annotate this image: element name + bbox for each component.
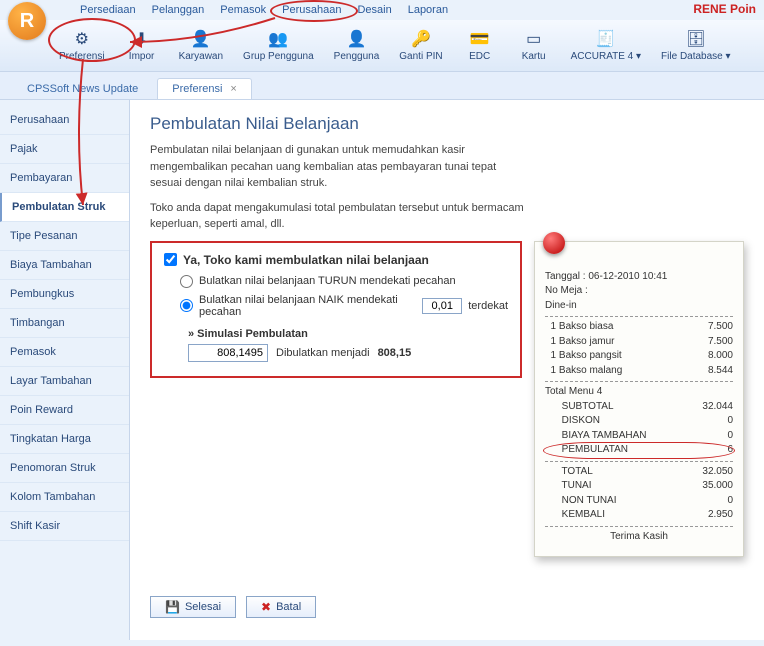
- toolbar-pengguna[interactable]: 👤Pengguna: [325, 24, 389, 65]
- kartu-icon: ▭: [522, 27, 546, 51]
- sidebar-item-pembulatan-struk[interactable]: Pembulatan Struk: [0, 193, 129, 222]
- accurate 4 ▾-icon: 🧾: [594, 27, 618, 51]
- sidebar-item-poin-reward[interactable]: Poin Reward: [0, 396, 129, 425]
- impor-icon: ⬇: [130, 27, 154, 51]
- toolbar-impor[interactable]: ⬇Impor: [116, 24, 168, 65]
- sidebar-item-kolom-tambahan[interactable]: Kolom Tambahan: [0, 483, 129, 512]
- sidebar-item-perusahaan[interactable]: Perusahaan: [0, 106, 129, 135]
- toolbar-grup-pengguna[interactable]: 👥Grup Pengguna: [234, 24, 323, 65]
- sidebar-item-pembayaran[interactable]: Pembayaran: [0, 164, 129, 193]
- save-icon: 💾: [165, 600, 180, 614]
- file database ▾-icon: 🗄: [684, 27, 708, 51]
- simulation-header: » Simulasi Pembulatan: [188, 328, 508, 340]
- ganti pin-icon: 🔑: [409, 27, 433, 51]
- simulation-result-label: Dibulatkan menjadi: [276, 347, 370, 359]
- footer-buttons: 💾Selesai ✖Batal: [150, 588, 744, 626]
- sidebar-item-tingkatan-harga[interactable]: Tingkatan Harga: [0, 425, 129, 454]
- sidebar-item-biaya-tambahan[interactable]: Biaya Tambahan: [0, 251, 129, 280]
- page-desc-1: Pembulatan nilai belanjaan di gunakan un…: [150, 142, 530, 192]
- sidebar-item-pajak[interactable]: Pajak: [0, 135, 129, 164]
- sidebar-item-timbangan[interactable]: Timbangan: [0, 309, 129, 338]
- toolbar: R ⚙Preferensi⬇Impor👤Karyawan👥Grup Penggu…: [0, 20, 764, 72]
- cancel-button[interactable]: ✖Batal: [246, 596, 316, 618]
- rounding-panel: Ya, Toko kami membulatkan nilai belanjaa…: [150, 241, 522, 378]
- toolbar-edc[interactable]: 💳EDC: [454, 24, 506, 65]
- toolbar-preferensi[interactable]: ⚙Preferensi: [50, 24, 114, 65]
- fraction-input[interactable]: [422, 298, 462, 314]
- round-down-radio[interactable]: Bulatkan nilai belanjaan TURUN mendekati…: [180, 275, 508, 288]
- enable-rounding-input[interactable]: [164, 253, 177, 266]
- enable-rounding-checkbox[interactable]: Ya, Toko kami membulatkan nilai belanjaa…: [164, 253, 508, 267]
- edc-icon: 💳: [468, 27, 492, 51]
- pengguna-icon: 👤: [344, 27, 368, 51]
- toolbar-file-database-[interactable]: 🗄File Database ▾: [652, 24, 740, 65]
- toolbar-ganti-pin[interactable]: 🔑Ganti PIN: [390, 24, 451, 65]
- sidebar-item-shift-kasir[interactable]: Shift Kasir: [0, 512, 129, 541]
- receipt-preview: Tanggal : 06-12-2010 10:41No Meja :Dine-…: [534, 241, 744, 558]
- sidebar-item-layar-tambahan[interactable]: Layar Tambahan: [0, 367, 129, 396]
- tab-cpssoft-news-update[interactable]: CPSSoft News Update: [12, 78, 153, 99]
- sidebar: PerusahaanPajakPembayaranPembulatan Stru…: [0, 100, 130, 640]
- menu-laporan[interactable]: Laporan: [408, 4, 448, 16]
- menubar: Persediaan Pelanggan Pemasok Perusahaan Desa…: [0, 0, 764, 20]
- receipt-body: Tanggal : 06-12-2010 10:41No Meja :Dine-…: [545, 270, 733, 545]
- pushpin-icon: [543, 232, 565, 254]
- toolbar-karyawan[interactable]: 👤Karyawan: [170, 24, 232, 65]
- menu-desain[interactable]: Desain: [357, 4, 391, 16]
- tab-preferensi[interactable]: Preferensi×: [157, 78, 252, 99]
- close-icon[interactable]: ×: [230, 83, 236, 95]
- toolbar-kartu[interactable]: ▭Kartu: [508, 24, 560, 65]
- sidebar-item-penomoran-struk[interactable]: Penomoran Struk: [0, 454, 129, 483]
- preferensi-icon: ⚙: [70, 27, 94, 51]
- sidebar-item-pembungkus[interactable]: Pembungkus: [0, 280, 129, 309]
- app-logo: R: [8, 2, 46, 40]
- brand-label: RENE Poin: [693, 2, 756, 16]
- toolbar-accurate-4-[interactable]: 🧾ACCURATE 4 ▾: [562, 24, 650, 65]
- sidebar-item-pemasok[interactable]: Pemasok: [0, 338, 129, 367]
- cancel-icon: ✖: [261, 600, 271, 614]
- page-desc-2: Toko anda dapat mengakumulasi total pemb…: [150, 200, 530, 233]
- sidebar-item-tipe-pesanan[interactable]: Tipe Pesanan: [0, 222, 129, 251]
- grup pengguna-icon: 👥: [266, 27, 290, 51]
- round-up-radio[interactable]: Bulatkan nilai belanjaan NAIK mendekati …: [180, 294, 508, 318]
- menu-perusahaan[interactable]: Perusahaan: [282, 4, 341, 16]
- save-button[interactable]: 💾Selesai: [150, 596, 236, 618]
- menu-pemasok[interactable]: Pemasok: [220, 4, 266, 16]
- menu-persediaan[interactable]: Persediaan: [80, 4, 136, 16]
- karyawan-icon: 👤: [189, 27, 213, 51]
- main-panel: Pembulatan Nilai Belanjaan Pembulatan ni…: [130, 100, 764, 640]
- simulation-result-value: 808,15: [378, 347, 412, 359]
- menu-pelanggan[interactable]: Pelanggan: [152, 4, 205, 16]
- simulation-input[interactable]: [188, 344, 268, 362]
- page-title: Pembulatan Nilai Belanjaan: [150, 114, 744, 134]
- tabbar: CPSSoft News UpdatePreferensi×: [0, 72, 764, 100]
